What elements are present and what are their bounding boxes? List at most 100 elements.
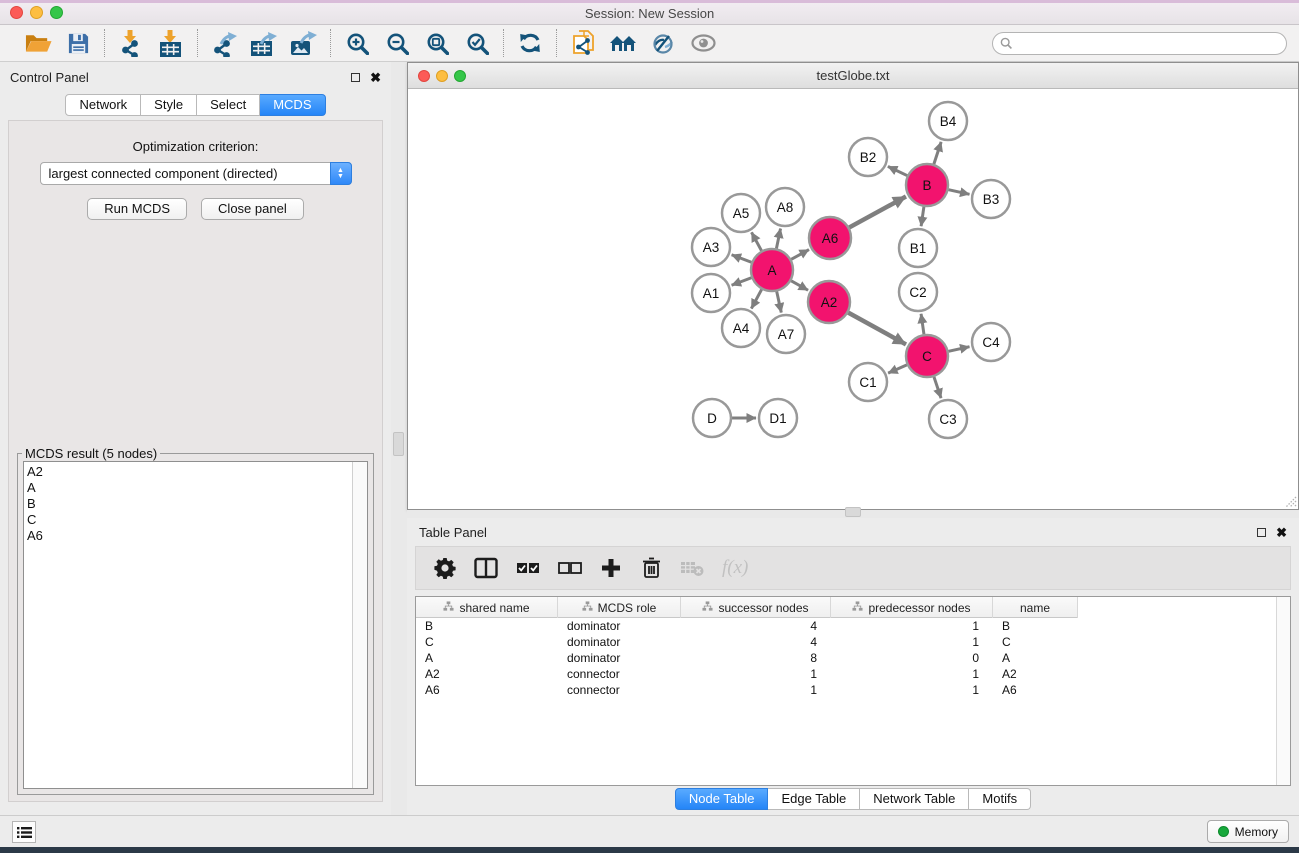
hide-details-icon[interactable] [647, 29, 679, 57]
zoom-selected-icon[interactable] [461, 29, 493, 57]
table-row[interactable]: Bdominator41B [416, 618, 1276, 634]
import-network-icon[interactable] [115, 29, 147, 57]
table-cell[interactable]: A [993, 650, 1078, 666]
import-table-icon[interactable] [155, 29, 187, 57]
table-cell[interactable]: 1 [681, 682, 831, 698]
panel-splitter-vertical[interactable] [391, 62, 407, 815]
graph-node-A8[interactable]: A8 [766, 188, 804, 226]
network-canvas[interactable]: B4B2BB3B1A5A8A6A3AA1C2A4A7A2CC4C1C3DD1 [408, 89, 1298, 509]
graph-edge-A-A6[interactable] [791, 250, 809, 260]
search-input[interactable] [992, 32, 1287, 55]
graph-edge-B-B4[interactable] [934, 142, 941, 164]
table-cell[interactable]: 4 [681, 634, 831, 650]
table-cell[interactable]: 8 [681, 650, 831, 666]
network-close-button[interactable] [418, 70, 430, 82]
panel-splitter-horizontal[interactable] [407, 510, 1299, 518]
zoom-fit-icon[interactable] [421, 29, 453, 57]
task-history-button[interactable] [12, 821, 36, 843]
graph-edge-A6-B[interactable] [849, 197, 906, 228]
graph-node-B[interactable]: B [906, 164, 948, 206]
resize-grip-icon[interactable] [1283, 494, 1297, 508]
zoom-window-button[interactable] [50, 6, 63, 19]
close-panel-button[interactable]: Close panel [201, 198, 304, 220]
network-window-titlebar[interactable]: testGlobe.txt [408, 63, 1298, 89]
graph-node-C1[interactable]: C1 [849, 363, 887, 401]
table-cell[interactable]: 1 [831, 618, 993, 634]
tab-mcds[interactable]: MCDS [260, 94, 325, 116]
table-cell[interactable]: A2 [993, 666, 1078, 682]
mcds-result-item[interactable]: A2 [27, 464, 351, 480]
column-header-successor-nodes[interactable]: successor nodes [681, 597, 831, 618]
tab-edge-table[interactable]: Edge Table [768, 788, 860, 810]
mcds-result-list[interactable]: A2ABCA6 [23, 461, 368, 789]
graph-edge-A-A1[interactable] [732, 278, 752, 285]
network-zoom-button[interactable] [454, 70, 466, 82]
splitter-handle[interactable] [393, 432, 404, 456]
mcds-result-item[interactable]: B [27, 496, 351, 512]
deselect-all-icon[interactable] [558, 555, 582, 581]
graph-node-B3[interactable]: B3 [972, 180, 1010, 218]
close-table-panel-icon[interactable]: ✖ [1276, 528, 1287, 537]
graph-edge-A-A7[interactable] [777, 291, 782, 312]
table-cell[interactable]: 1 [831, 682, 993, 698]
tab-select[interactable]: Select [197, 94, 260, 116]
table-cell[interactable]: C [416, 634, 558, 650]
graph-node-B2[interactable]: B2 [849, 138, 887, 176]
table-row[interactable]: A2connector11A2 [416, 666, 1276, 682]
graph-edge-C-C1[interactable] [888, 365, 907, 373]
graph-node-A6[interactable]: A6 [809, 217, 851, 259]
mcds-list-scrollbar[interactable] [352, 462, 367, 788]
table-cell[interactable]: dominator [558, 618, 681, 634]
export-network-icon[interactable] [208, 29, 240, 57]
graph-node-A5[interactable]: A5 [722, 194, 760, 232]
open-session-icon[interactable] [22, 29, 54, 57]
table-cell[interactable]: 4 [681, 618, 831, 634]
criterion-select[interactable]: largest connected component (directed) ▲… [40, 162, 352, 185]
table-cell[interactable]: 1 [831, 666, 993, 682]
graph-node-A7[interactable]: A7 [767, 315, 805, 353]
graph-edge-C-C3[interactable] [934, 377, 941, 398]
graph-node-C2[interactable]: C2 [899, 273, 937, 311]
table-row[interactable]: Cdominator41C [416, 634, 1276, 650]
graph-edge-A-A4[interactable] [751, 289, 761, 308]
graph-node-C4[interactable]: C4 [972, 323, 1010, 361]
zoom-in-icon[interactable] [341, 29, 373, 57]
table-cell[interactable]: connector [558, 666, 681, 682]
table-cell[interactable]: dominator [558, 650, 681, 666]
node-table[interactable]: shared nameMCDS rolesuccessor nodesprede… [415, 596, 1291, 786]
graph-node-A4[interactable]: A4 [722, 309, 760, 347]
graph-node-D[interactable]: D [693, 399, 731, 437]
mcds-result-item[interactable]: A6 [27, 528, 351, 544]
column-header-MCDS-role[interactable]: MCDS role [558, 597, 681, 618]
table-cell[interactable]: A [416, 650, 558, 666]
table-cell[interactable]: B [993, 618, 1078, 634]
memory-button[interactable]: Memory [1207, 820, 1289, 843]
mcds-result-item[interactable]: A [27, 480, 351, 496]
table-cell[interactable]: 1 [681, 666, 831, 682]
splitter-handle-h[interactable] [845, 507, 861, 517]
network-graph[interactable]: B4B2BB3B1A5A8A6A3AA1C2A4A7A2CC4C1C3DD1 [408, 89, 1298, 509]
show-details-icon[interactable] [687, 29, 719, 57]
column-header-name[interactable]: name [993, 597, 1078, 618]
select-all-icon[interactable] [516, 555, 540, 581]
graph-edge-A-A5[interactable] [752, 232, 762, 250]
graph-node-C[interactable]: C [906, 335, 948, 377]
tab-network-table[interactable]: Network Table [860, 788, 969, 810]
table-cell[interactable]: A6 [416, 682, 558, 698]
close-panel-icon[interactable]: ✖ [370, 73, 381, 82]
table-cell[interactable]: B [416, 618, 558, 634]
table-cell[interactable]: A2 [416, 666, 558, 682]
table-cell[interactable]: 1 [831, 634, 993, 650]
table-cell[interactable]: C [993, 634, 1078, 650]
export-table-icon[interactable] [248, 29, 280, 57]
graph-edge-A-A3[interactable] [732, 255, 752, 262]
export-image-icon[interactable] [288, 29, 320, 57]
run-mcds-button[interactable]: Run MCDS [87, 198, 187, 220]
tab-motifs[interactable]: Motifs [969, 788, 1031, 810]
float-table-panel-icon[interactable] [1257, 528, 1266, 537]
column-header-shared-name[interactable]: shared name [416, 597, 558, 618]
graph-node-A2[interactable]: A2 [808, 281, 850, 323]
graph-node-B1[interactable]: B1 [899, 229, 937, 267]
graph-edge-A-A2[interactable] [791, 281, 808, 290]
table-cell[interactable]: connector [558, 682, 681, 698]
